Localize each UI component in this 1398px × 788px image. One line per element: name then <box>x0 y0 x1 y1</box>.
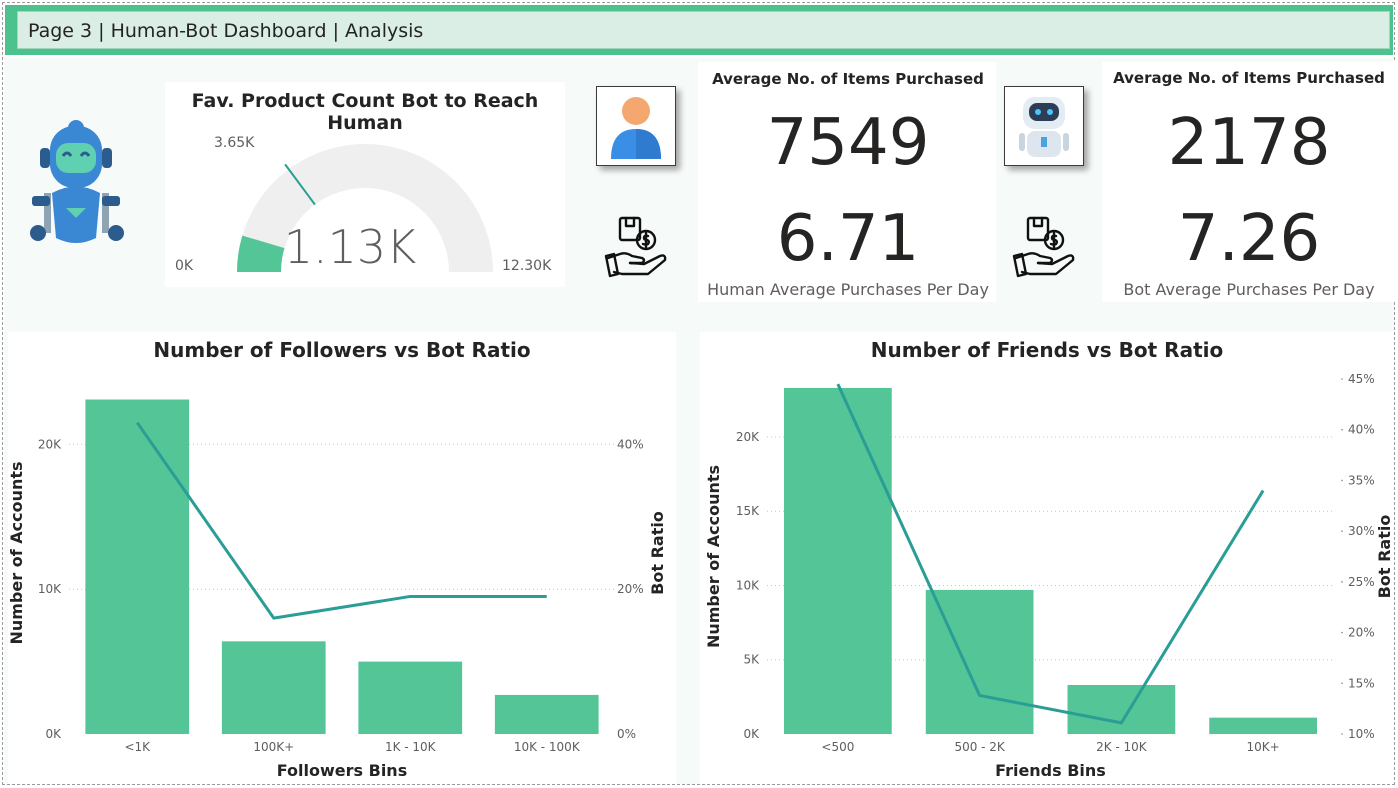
y-tick-label: 15K <box>736 504 760 518</box>
bar[interactable] <box>1067 684 1176 734</box>
bot-ratio-line[interactable] <box>836 383 1265 725</box>
y2-tick-mark <box>1341 581 1343 583</box>
y2-tick-label: 35% <box>1348 473 1375 487</box>
y2-tick-label: 30% <box>1348 524 1375 538</box>
bot-purchases-value: 7.26 <box>1177 202 1321 276</box>
hand-money-box-icon <box>1012 214 1078 280</box>
bar[interactable] <box>494 694 599 734</box>
bar[interactable] <box>1209 717 1317 734</box>
page-title: Page 3 | Human-Bot Dashboard | Analysis <box>28 20 424 42</box>
robot-icon <box>16 98 136 258</box>
bot-kpi-card[interactable]: Average No. of Items Purchased 2178 7.26… <box>1102 62 1397 302</box>
friends-chart-card[interactable]: Number of Friends vs Bot Ratio 0K 5K 10K 15… <box>700 332 1394 784</box>
x-tick-label: 500 - 2K <box>954 740 1005 754</box>
hand-money-box-icon <box>604 214 670 280</box>
y2-tick-label: 20% <box>1348 626 1375 640</box>
x-tick-label: 2K - 10K <box>1096 740 1148 754</box>
y2-tick-label: 25% <box>1348 575 1375 589</box>
y2-tick-mark <box>1341 530 1343 532</box>
person-icon <box>596 86 676 166</box>
x-tick-label: 10K+ <box>1247 740 1280 754</box>
y2-tick-mark <box>1341 631 1343 634</box>
y-tick-label: 20K <box>38 437 62 451</box>
y2-tick-label: 15% <box>1348 676 1375 690</box>
y2-axis-title: Bot Ratio <box>648 511 667 595</box>
y2-tick-label: 20% <box>617 582 644 596</box>
x-tick-label: <1K <box>124 740 151 754</box>
bar[interactable] <box>221 641 326 734</box>
y-tick-label: 10K <box>38 582 62 596</box>
y-tick-label: 0K <box>743 727 760 741</box>
bot-items-value: 2178 <box>1167 106 1331 180</box>
y-axis-title: Number of Accounts <box>8 461 26 644</box>
x-axis-title: Followers Bins <box>277 761 407 780</box>
y2-tick-mark <box>1341 733 1343 735</box>
human-kpi-card[interactable]: Average No. of Items Purchased 7549 6.71… <box>698 62 996 302</box>
page-title-bar: Page 3 | Human-Bot Dashboard | Analysis <box>5 5 1393 55</box>
bar[interactable] <box>784 387 892 734</box>
x-tick-label: 10K - 100K <box>514 740 581 754</box>
y2-tick-label: 0% <box>617 727 636 741</box>
friends-chart-plot: 0K 5K 10K 15K 20K 10% 15% 20% 25% 30% 35% 40% 45% <50… <box>704 372 1394 780</box>
y2-tick-label: 45% <box>1348 372 1375 386</box>
y2-tick-mark <box>1341 378 1343 380</box>
y-tick-label: 5K <box>743 653 760 667</box>
y2-tick-mark <box>1341 479 1343 482</box>
y-tick-label: 20K <box>736 430 760 444</box>
x-tick-label: 100K+ <box>253 740 294 754</box>
y2-tick-mark <box>1341 682 1343 685</box>
human-purchases-label: Human Average Purchases Per Day <box>707 280 989 299</box>
y2-tick-mark <box>1341 428 1343 431</box>
y-tick-label: 10K <box>736 578 760 592</box>
page-title-box: Page 3 | Human-Bot Dashboard | Analysis <box>17 11 1390 49</box>
bot-purchases-label: Bot Average Purchases Per Day <box>1123 280 1375 299</box>
y2-tick-label: 40% <box>617 437 644 451</box>
gauge-max-label: 12.30K <box>502 258 552 274</box>
bot-face-icon <box>1004 86 1084 166</box>
gauge-card[interactable]: Fav. Product Count Bot to Reach Human 3.… <box>165 82 565 287</box>
gauge-min-label: 0K <box>175 258 194 274</box>
bar[interactable] <box>85 399 190 734</box>
y2-axis-title: Bot Ratio <box>1375 515 1394 599</box>
x-axis-title: Friends Bins <box>995 761 1106 780</box>
y2-tick-label: 10% <box>1348 727 1375 741</box>
bot-items-label: Average No. of Items Purchased <box>1113 69 1385 87</box>
human-items-value: 7549 <box>766 106 930 180</box>
y2-tick-label: 40% <box>1348 423 1375 437</box>
followers-chart-plot: 0K 10K 20K 0% 20% 40% <1K 100K+ 1K - 10K 10K - 10… <box>8 399 667 780</box>
gauge-target-label: 3.65K <box>214 135 255 151</box>
x-tick-label: 1K - 10K <box>385 740 437 754</box>
y-tick-label: 0K <box>45 727 62 741</box>
human-purchases-value: 6.71 <box>776 202 920 276</box>
x-tick-label: <500 <box>821 740 854 754</box>
gauge-value: 1.13K <box>283 220 417 274</box>
y-axis-title: Number of Accounts <box>704 465 723 648</box>
followers-chart-card[interactable]: Number of Followers vs Bot Ratio 0K 10K 20… <box>8 332 676 784</box>
bar[interactable] <box>358 661 463 734</box>
human-items-label: Average No. of Items Purchased <box>712 70 984 88</box>
